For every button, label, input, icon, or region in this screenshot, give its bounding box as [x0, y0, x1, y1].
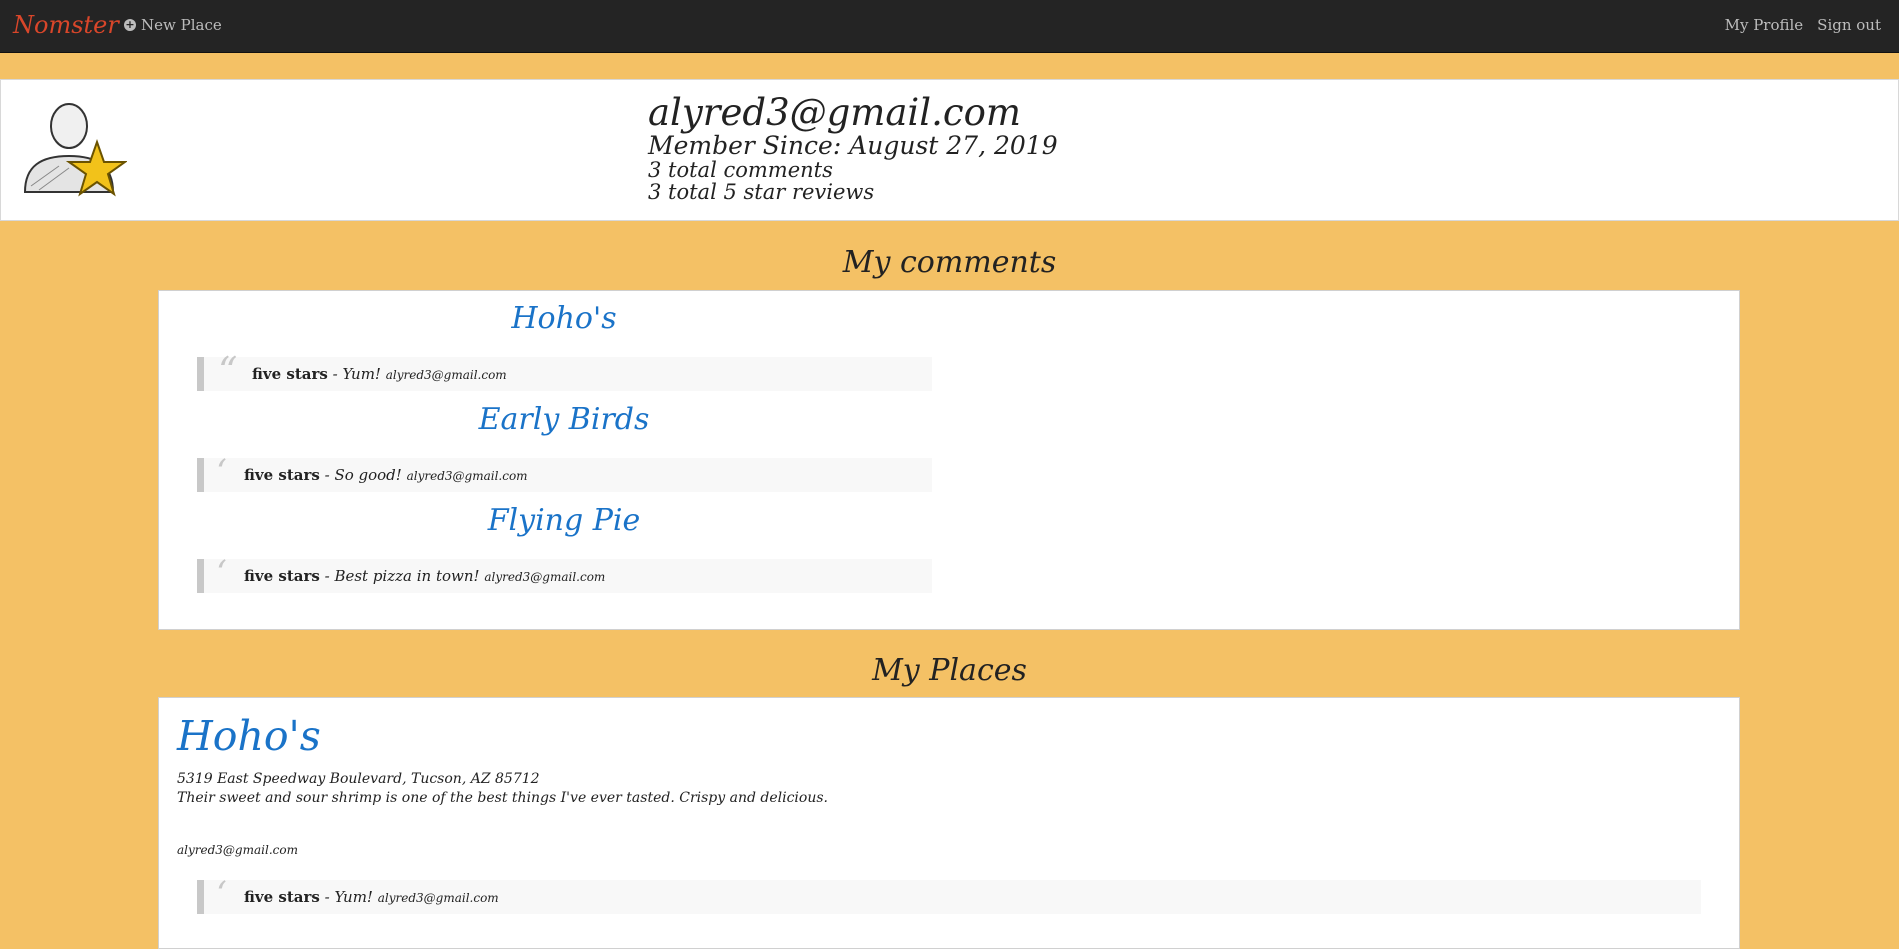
comment-quote: ‘ five stars - Best pizza in town! alyre… — [197, 553, 932, 593]
total-comments: 3 total comments — [648, 158, 833, 183]
comment-body: So good! — [334, 466, 402, 484]
comment-rating: five stars — [244, 888, 320, 906]
comment-body: Yum! — [342, 365, 381, 383]
comment-separator: - — [319, 567, 335, 585]
place-description: Their sweet and sour shrimp is one of th… — [177, 790, 828, 806]
new-place-link[interactable]: + New Place — [124, 16, 222, 34]
comment-place-link[interactable]: Hoho's — [159, 301, 969, 336]
comment-author: alyred3@gmail.com — [385, 368, 507, 382]
new-place-label: New Place — [141, 16, 222, 34]
comment-rating: five stars — [244, 466, 320, 484]
place-address: 5319 East Speedway Boulevard, Tucson, AZ… — [177, 771, 540, 787]
my-places-heading: My Places — [872, 653, 1027, 688]
comment-place-link[interactable]: Early Birds — [159, 402, 969, 437]
nav-right-links: My Profile Sign out — [1725, 16, 1881, 34]
top-navbar: Nomster + New Place My Profile Sign out — [0, 0, 1899, 53]
brand-logo-link[interactable]: Nomster — [13, 11, 119, 39]
my-profile-link[interactable]: My Profile — [1725, 16, 1804, 34]
my-comments-heading: My comments — [842, 245, 1057, 280]
comment-body: Yum! — [334, 888, 373, 906]
quote-icon: ‘ — [216, 874, 227, 914]
profile-info: alyred3@gmail.com Member Since: August 2… — [648, 91, 1058, 205]
comment-separator: - — [327, 365, 343, 383]
user-star-avatar — [23, 103, 127, 197]
comment-text: five stars - Best pizza in town! alyred3… — [244, 567, 605, 585]
comment-author: alyred3@gmail.com — [377, 891, 499, 905]
sign-out-link[interactable]: Sign out — [1817, 16, 1881, 34]
comment-author: alyred3@gmail.com — [484, 570, 606, 584]
comment-body: Best pizza in town! — [334, 567, 480, 585]
total-five-star-reviews: 3 total 5 star reviews — [648, 180, 875, 205]
comment-rating: five stars — [244, 567, 320, 585]
profile-header: alyred3@gmail.com Member Since: August 2… — [0, 79, 1899, 221]
comment-quote: ‘ five stars - So good! alyred3@gmail.co… — [197, 452, 932, 492]
comment-place-link[interactable]: Flying Pie — [159, 503, 969, 538]
place-owner: alyred3@gmail.com — [177, 843, 298, 857]
comment-text: five stars - So good! alyred3@gmail.com — [244, 466, 528, 484]
comment-author: alyred3@gmail.com — [406, 469, 528, 483]
place-comment-quote: ‘ five stars - Yum! alyred3@gmail.com — [197, 874, 1701, 914]
plus-circle-icon: + — [124, 18, 136, 31]
comment-quote: “ five stars - Yum! alyred3@gmail.com — [197, 349, 932, 393]
member-since: Member Since: August 27, 2019 — [648, 130, 1058, 160]
quote-icon: ‘ — [216, 553, 227, 593]
comment-separator: - — [319, 466, 335, 484]
quote-icon: “ — [218, 349, 238, 393]
quote-icon: ‘ — [216, 452, 227, 492]
comment-separator: - — [319, 888, 335, 906]
comment-text: five stars - Yum! alyred3@gmail.com — [244, 888, 499, 906]
comment-text: five stars - Yum! alyred3@gmail.com — [252, 365, 507, 383]
profile-email: alyred3@gmail.com — [648, 91, 1021, 134]
comment-rating: five stars — [252, 365, 328, 383]
my-places-panel: Hoho's 5319 East Speedway Boulevard, Tuc… — [158, 697, 1740, 949]
place-name-link[interactable]: Hoho's — [177, 712, 321, 760]
my-comments-panel: Hoho's “ five stars - Yum! alyred3@gmail… — [158, 290, 1740, 630]
